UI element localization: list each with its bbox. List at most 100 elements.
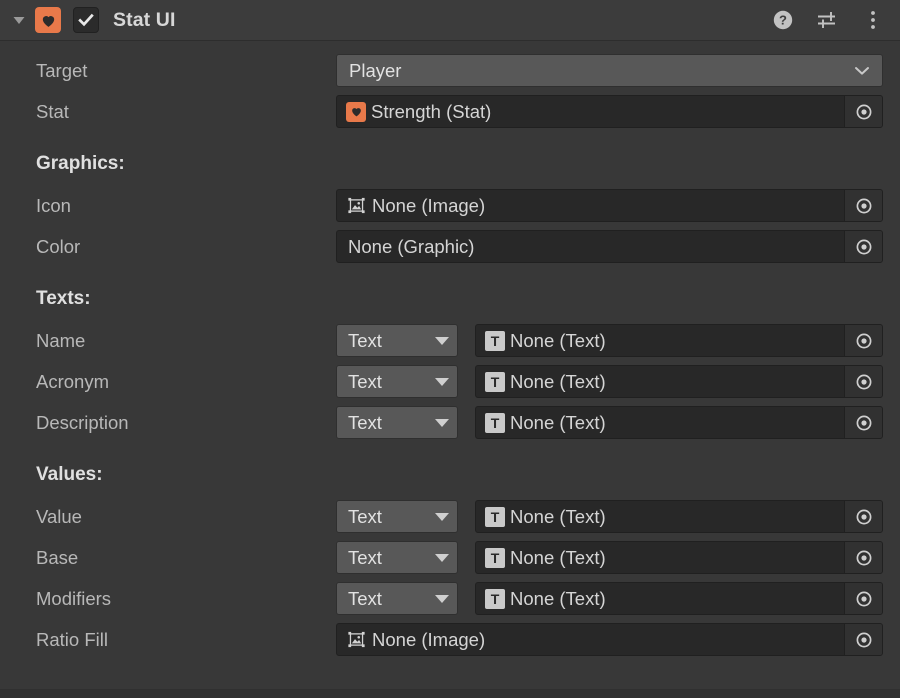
section-texts-title: Texts:	[36, 288, 91, 309]
row-name: Name Text T None (Text)	[0, 320, 900, 361]
ratio-fill-object-field[interactable]: None (Image)	[336, 623, 883, 656]
component-header: Stat UI ?	[0, 0, 900, 41]
base-type-value: Text	[348, 546, 382, 568]
triangle-down-icon	[435, 336, 449, 345]
base-field-value: None (Text)	[510, 546, 606, 568]
modifiers-type-value: Text	[348, 587, 382, 609]
chevron-down-icon	[855, 67, 869, 75]
object-picker-icon[interactable]	[844, 96, 882, 127]
value-field-value: None (Text)	[510, 505, 606, 527]
heart-icon	[35, 7, 61, 33]
base-field-content: T None (Text)	[476, 542, 844, 573]
acronym-object-field[interactable]: T None (Text)	[475, 365, 883, 398]
section-graphics-header: Graphics:	[0, 143, 900, 185]
object-picker-icon[interactable]	[844, 231, 882, 262]
foldout-triangle-down-icon[interactable]	[8, 9, 30, 31]
object-picker-icon[interactable]	[844, 407, 882, 438]
row-target: Target Player	[0, 50, 900, 91]
color-field-content: None (Graphic)	[337, 231, 844, 262]
section-values-title: Values:	[36, 464, 103, 485]
label-ratio-fill: Ratio Fill	[36, 628, 108, 650]
label-base: Base	[36, 546, 79, 568]
color-field-value: None (Graphic)	[348, 235, 475, 257]
description-object-field[interactable]: T None (Text)	[475, 406, 883, 439]
header-actions: ?	[770, 7, 886, 33]
inspector-body: Target Player Stat Strength (Stat) Graph…	[0, 41, 900, 660]
bottom-strip	[0, 689, 900, 698]
label-color: Color	[36, 235, 81, 257]
object-picker-icon[interactable]	[844, 501, 882, 532]
icon-object-field[interactable]: None (Image)	[336, 189, 883, 222]
ratio-fill-field-value: None (Image)	[372, 628, 486, 650]
text-icon: T	[485, 588, 505, 609]
target-dropdown[interactable]: Player	[336, 54, 883, 87]
text-icon: T	[485, 412, 505, 433]
description-type-dropdown[interactable]: Text	[336, 406, 458, 439]
base-object-field[interactable]: T None (Text)	[475, 541, 883, 574]
controls-value: Text T None (Text)	[336, 500, 883, 533]
modifiers-object-field[interactable]: T None (Text)	[475, 582, 883, 615]
section-texts-header: Texts:	[0, 278, 900, 320]
icon-field-value: None (Image)	[372, 194, 486, 216]
component-enabled-checkbox[interactable]	[73, 7, 99, 33]
name-field-content: T None (Text)	[476, 325, 844, 356]
label-value: Value	[36, 505, 82, 527]
name-object-field[interactable]: T None (Text)	[475, 324, 883, 357]
image-icon	[346, 629, 367, 650]
row-color: Color None (Graphic)	[0, 226, 900, 267]
controls-color: None (Graphic)	[336, 230, 883, 263]
image-icon	[346, 195, 367, 216]
acronym-field-value: None (Text)	[510, 370, 606, 392]
stat-object-field[interactable]: Strength (Stat)	[336, 95, 883, 128]
triangle-down-icon	[435, 594, 449, 603]
row-acronym: Acronym Text T None (Text)	[0, 361, 900, 402]
svg-text:?: ?	[779, 13, 787, 28]
object-picker-icon[interactable]	[844, 366, 882, 397]
inspector-panel: Stat UI ? Target Player Stat Strength (S…	[0, 0, 900, 698]
component-title: Stat UI	[113, 8, 176, 31]
object-picker-icon[interactable]	[844, 190, 882, 221]
controls-stat: Strength (Stat)	[336, 95, 883, 128]
name-type-dropdown[interactable]: Text	[336, 324, 458, 357]
help-question-icon[interactable]: ?	[770, 7, 796, 33]
three-dot-menu-icon[interactable]	[860, 7, 886, 33]
label-modifiers: Modifiers	[36, 587, 112, 609]
object-picker-icon[interactable]	[844, 542, 882, 573]
section-graphics-title: Graphics:	[36, 153, 125, 174]
triangle-down-icon	[435, 418, 449, 427]
label-target: Target	[36, 59, 88, 81]
value-type-value: Text	[348, 505, 382, 527]
acronym-type-dropdown[interactable]: Text	[336, 365, 458, 398]
value-type-dropdown[interactable]: Text	[336, 500, 458, 533]
row-value: Value Text T None (Text)	[0, 496, 900, 537]
stat-field-value: Strength (Stat)	[371, 100, 492, 122]
icon-field-content: None (Image)	[337, 190, 844, 221]
object-picker-icon[interactable]	[844, 325, 882, 356]
controls-description: Text T None (Text)	[336, 406, 883, 439]
color-object-field[interactable]: None (Graphic)	[336, 230, 883, 263]
base-type-dropdown[interactable]: Text	[336, 541, 458, 574]
description-field-content: T None (Text)	[476, 407, 844, 438]
acronym-type-value: Text	[348, 370, 382, 392]
triangle-down-icon	[435, 553, 449, 562]
description-field-value: None (Text)	[510, 411, 606, 433]
modifiers-field-value: None (Text)	[510, 587, 606, 609]
row-icon: Icon None (Image)	[0, 185, 900, 226]
section-values-header: Values:	[0, 454, 900, 496]
label-description: Description	[36, 411, 129, 433]
object-picker-icon[interactable]	[844, 583, 882, 614]
row-stat: Stat Strength (Stat)	[0, 91, 900, 132]
preset-sliders-icon[interactable]	[815, 7, 841, 33]
name-type-value: Text	[348, 329, 382, 351]
controls-icon: None (Image)	[336, 189, 883, 222]
object-picker-icon[interactable]	[844, 624, 882, 655]
modifiers-type-dropdown[interactable]: Text	[336, 582, 458, 615]
value-object-field[interactable]: T None (Text)	[475, 500, 883, 533]
label-stat: Stat	[36, 100, 69, 122]
row-modifiers: Modifiers Text T None (Text)	[0, 578, 900, 619]
target-dropdown-value: Player	[349, 59, 402, 81]
ratio-fill-field-content: None (Image)	[337, 624, 844, 655]
text-icon: T	[485, 371, 505, 392]
